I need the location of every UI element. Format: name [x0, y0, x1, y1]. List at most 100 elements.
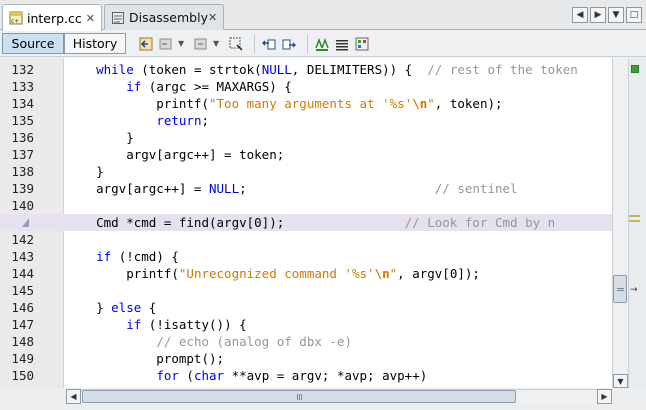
- line-code: prompt();: [66, 350, 224, 367]
- code-line[interactable]: 139 argv[argc++] = NULL; // sentinel: [0, 180, 628, 197]
- code-line[interactable]: 140: [0, 197, 628, 214]
- code-line[interactable]: 150 for (char **avp = argv; *avp; avp++): [0, 367, 628, 384]
- scroll-right-icon[interactable]: ▶: [590, 7, 606, 23]
- code-line[interactable]: 132 while (token = strtok(NULL, DELIMITE…: [0, 61, 628, 78]
- code-token: "Unrecognized command '%s': [178, 266, 375, 281]
- code-token: if: [126, 317, 142, 332]
- code-line[interactable]: 133 if (argc >= MAXARGS) {: [0, 78, 628, 95]
- code-token: printf(: [66, 96, 209, 111]
- find-next-icon[interactable]: [281, 36, 297, 52]
- code-line[interactable]: 147 if (!isatty()) {: [0, 316, 628, 333]
- code-token: NULL: [209, 181, 240, 196]
- error-stripe: [628, 58, 646, 388]
- code-token: // rest of the token: [427, 62, 578, 77]
- maximize-icon[interactable]: □: [626, 7, 642, 23]
- line-code: if (!cmd) {: [66, 248, 179, 265]
- tab-interp-cc[interactable]: c+ interp.cc ✕: [2, 4, 102, 31]
- code-line[interactable]: 146 } else {: [0, 299, 628, 316]
- scroll-down-icon[interactable]: ▼: [613, 374, 628, 388]
- code-editor[interactable]: 132 while (token = strtok(NULL, DELIMITE…: [0, 58, 628, 388]
- line-number: 132: [0, 61, 62, 78]
- code-token: **avp = argv; *avp; avp++): [224, 368, 428, 383]
- code-token: return: [156, 113, 202, 128]
- vertical-scroll-thumb[interactable]: [613, 275, 627, 303]
- occurrence-mark[interactable]: [629, 215, 640, 217]
- vertical-scrollbar[interactable]: [612, 58, 628, 388]
- code-line[interactable]: 142: [0, 231, 628, 248]
- code-line[interactable]: 137 argv[argc++] = token;: [0, 146, 628, 163]
- close-icon[interactable]: ✕: [86, 12, 95, 25]
- current-code-line[interactable]: Cmd *cmd = find(argv[0]); // Look for Cm…: [0, 214, 628, 231]
- code-token: ": [427, 96, 435, 111]
- code-token: , token);: [434, 96, 503, 111]
- code-token: // sentinel: [434, 181, 518, 196]
- shift-line-icon[interactable]: [334, 36, 350, 52]
- tab-disassembly[interactable]: Disassembly ✕: [104, 4, 224, 30]
- line-code: } else {: [66, 299, 156, 316]
- close-icon[interactable]: ✕: [208, 11, 217, 24]
- history-button[interactable]: History: [64, 33, 126, 54]
- code-line[interactable]: 136 }: [0, 129, 628, 146]
- tab-label: interp.cc: [27, 10, 82, 26]
- code-line[interactable]: 138 }: [0, 163, 628, 180]
- code-token: argv[argc++] =: [66, 181, 209, 196]
- code-token: Cmd *cmd = find(argv[0]);: [66, 215, 405, 230]
- editor-window: c+ interp.cc ✕ Disassembly ✕ ◀ ▶ ▼ □ Sou…: [0, 0, 646, 410]
- editor-toolbar: Source History ▼ ▼: [0, 30, 646, 57]
- toolbar-icons: ▼ ▼: [138, 35, 374, 53]
- line-number: 145: [0, 282, 62, 299]
- toggle-highlight-icon[interactable]: [314, 36, 330, 52]
- line-number: 139: [0, 180, 62, 197]
- code-line[interactable]: 149 prompt();: [0, 350, 628, 367]
- tab-list-dropdown-icon[interactable]: ▼: [608, 7, 624, 23]
- source-button[interactable]: Source: [2, 33, 64, 54]
- breakpoint-marker-icon[interactable]: [22, 218, 29, 227]
- code-line[interactable]: 144 printf("Unrecognized command '%s'\n"…: [0, 265, 628, 282]
- code-token: "Too many arguments at '%s': [209, 96, 413, 111]
- line-code: return;: [66, 112, 209, 129]
- line-code: }: [66, 163, 104, 180]
- code-line[interactable]: 145: [0, 282, 628, 299]
- line-number: 138: [0, 163, 62, 180]
- code-line[interactable]: 148 // echo (analog of dbx -e): [0, 333, 628, 350]
- tab-navigation: ◀ ▶ ▼ □: [572, 7, 642, 23]
- line-code: if (!isatty()) {: [66, 316, 246, 333]
- code-token: ;: [201, 113, 209, 128]
- last-edit-icon[interactable]: [138, 36, 154, 52]
- scroll-right-icon[interactable]: ▶: [597, 389, 612, 404]
- line-code: Cmd *cmd = find(argv[0]); // Look for Cm…: [66, 214, 555, 231]
- code-token: else: [111, 300, 142, 315]
- back-dropdown-icon[interactable]: ▼: [178, 36, 187, 52]
- line-number: 142: [0, 231, 62, 248]
- line-code: for (char **avp = argv; *avp; avp++): [66, 367, 427, 384]
- line-number: 143: [0, 248, 62, 265]
- code-line[interactable]: 134 printf("Too many arguments at '%s'\n…: [0, 95, 628, 112]
- occurrence-mark[interactable]: [629, 220, 640, 222]
- horizontal-scroll-thumb[interactable]: [82, 390, 516, 403]
- forward-icon[interactable]: [193, 36, 209, 52]
- toolbar-separator: [254, 35, 255, 53]
- macro-icon[interactable]: [354, 36, 370, 52]
- code-token: if: [96, 249, 112, 264]
- forward-dropdown-icon[interactable]: ▼: [213, 36, 222, 52]
- scroll-left-icon[interactable]: ◀: [66, 389, 81, 404]
- code-line[interactable]: 135 return;: [0, 112, 628, 129]
- line-number: 147: [0, 316, 62, 333]
- scroll-left-icon[interactable]: ◀: [572, 7, 588, 23]
- code-line[interactable]: 143 if (!cmd) {: [0, 248, 628, 265]
- line-code: while (token = strtok(NULL, DELIMITERS))…: [66, 61, 578, 78]
- code-token: printf(: [66, 266, 179, 281]
- line-number: 144: [0, 265, 62, 282]
- code-token: (token = strtok(: [133, 62, 262, 77]
- find-previous-icon[interactable]: [261, 36, 277, 52]
- line-code: printf("Too many arguments at '%s'\n", t…: [66, 95, 503, 112]
- cpp-file-icon: c+: [9, 11, 23, 25]
- svg-text:c+: c+: [11, 18, 19, 25]
- back-icon[interactable]: [158, 36, 174, 52]
- select-in-project-icon[interactable]: [228, 36, 244, 52]
